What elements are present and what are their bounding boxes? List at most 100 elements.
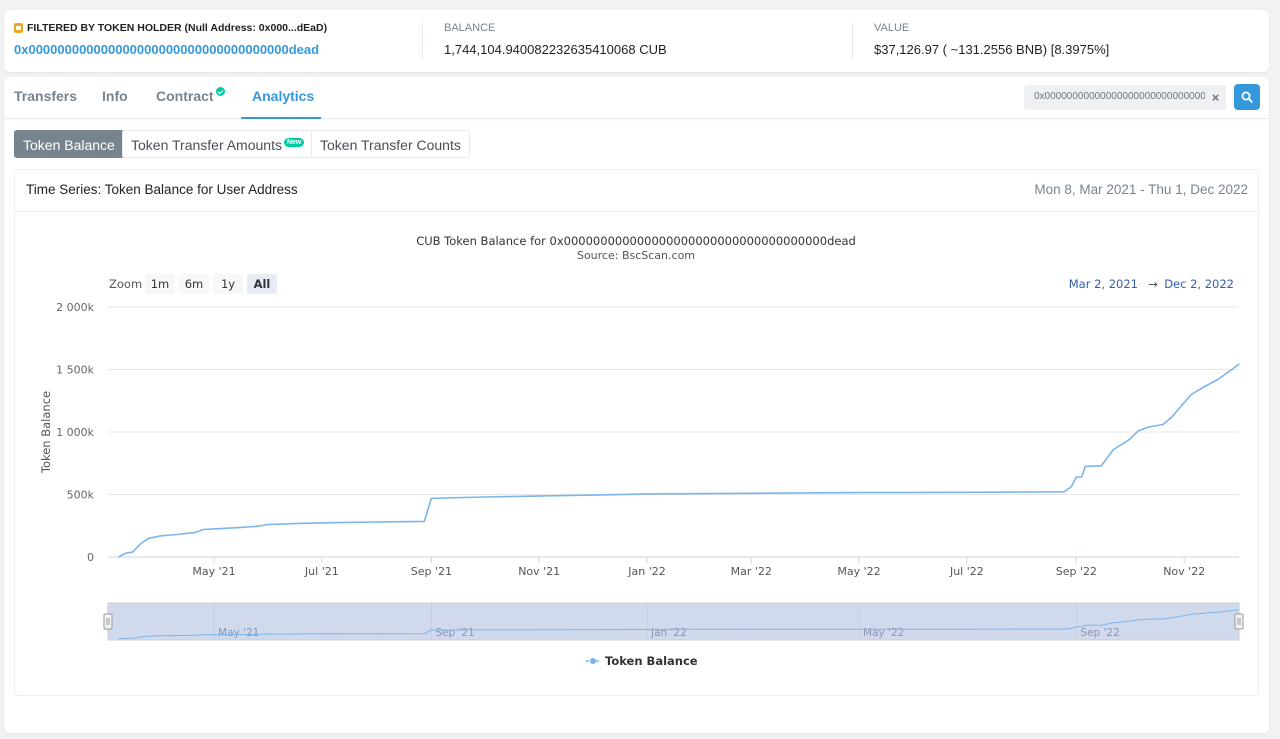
x-tick-label: Sep '22 xyxy=(1056,565,1097,578)
balance-value: 1,744,104.940082232635410068 CUB xyxy=(444,42,667,57)
tab-analytics[interactable]: Analytics xyxy=(252,88,314,104)
data-point xyxy=(148,537,150,539)
address-search-input[interactable]: 0x000000000000000000000000000000000000de… xyxy=(1024,85,1226,110)
data-point xyxy=(337,522,339,524)
chart-card: Time Series: Token Balance for User Addr… xyxy=(14,169,1259,696)
divider xyxy=(422,22,423,60)
chart-section-title: Time Series: Token Balance for User Addr… xyxy=(26,182,298,197)
search-icon xyxy=(1241,91,1253,103)
navigator-left-handle[interactable] xyxy=(103,613,113,630)
data-point xyxy=(1217,378,1219,381)
data-point xyxy=(1063,491,1065,493)
tab-contract[interactable]: Contract xyxy=(156,87,225,104)
lock-icon xyxy=(14,23,23,33)
data-point xyxy=(202,528,205,531)
x-tick-label: Jul '21 xyxy=(304,565,339,578)
x-tick-label: Sep '21 xyxy=(411,565,452,578)
balance-column: BALANCE 1,744,104.940082232635410068 CUB xyxy=(444,22,667,57)
token-balance-chart: CUB Token Balance for 0x0000000000000000… xyxy=(39,234,1244,668)
value-value: $37,126.97 ( ~131.2556 BNB) [8.3975%] xyxy=(874,42,1110,57)
x-tick-label: May '22 xyxy=(837,565,880,578)
data-point xyxy=(1112,448,1115,451)
navigator-tick-label: Jan '22 xyxy=(650,627,687,639)
balance-label: BALANCE xyxy=(444,22,496,34)
data-point xyxy=(1075,476,1078,478)
filter-label: FILTERED BY TOKEN HOLDER (Null Address: … xyxy=(14,22,327,34)
subtab-label: Token Transfer Amounts xyxy=(131,137,282,153)
tab-info[interactable]: Info xyxy=(102,88,128,104)
data-point xyxy=(176,533,178,536)
data-point xyxy=(1181,403,1184,406)
divider xyxy=(852,22,853,60)
filter-column: FILTERED BY TOKEN HOLDER (Null Address: … xyxy=(14,22,327,57)
data-point xyxy=(268,523,270,526)
data-point xyxy=(1128,438,1131,441)
legend-item-token-balance[interactable]: Token Balance xyxy=(605,654,698,668)
search-button[interactable] xyxy=(1234,84,1260,110)
data-point xyxy=(1148,426,1150,428)
zoom-button-label[interactable]: All xyxy=(254,277,271,291)
navigator-tick-label: May '21 xyxy=(218,627,259,639)
y-tick-label: 1 500k xyxy=(56,364,94,377)
navigator-tick-label: Sep '21 xyxy=(435,627,474,639)
range-from-input[interactable]: Mar 2, 2021 xyxy=(1069,277,1138,291)
new-badge: New xyxy=(283,138,305,147)
data-point xyxy=(1081,476,1083,478)
data-point xyxy=(1203,386,1205,388)
zoom-button-label[interactable]: 6m xyxy=(185,277,204,291)
data-point xyxy=(1070,486,1072,488)
zoom-button-label[interactable]: 1y xyxy=(221,277,235,291)
token-holder-summary: FILTERED BY TOKEN HOLDER (Null Address: … xyxy=(4,10,1269,72)
clear-search-button[interactable]: × xyxy=(1205,85,1226,110)
data-point xyxy=(483,496,486,498)
data-point xyxy=(255,525,258,527)
chart-subtitle: Source: BscScan.com xyxy=(577,249,695,262)
x-tick-label: Jul '22 xyxy=(949,565,984,578)
data-point xyxy=(238,527,240,529)
active-tab-indicator xyxy=(241,117,321,119)
subtab-token-transfer-amounts[interactable]: Token Transfer Amounts New xyxy=(122,130,314,158)
data-point xyxy=(966,491,968,493)
chart-date-range: Mon 8, Mar 2021 - Thu 1, Dec 2022 xyxy=(1034,182,1248,197)
range-arrow: → xyxy=(1148,277,1158,291)
data-point xyxy=(301,522,303,524)
value-label: VALUE xyxy=(874,22,910,34)
data-point xyxy=(1162,423,1164,426)
holder-address-link[interactable]: 0x000000000000000000000000000000000000de… xyxy=(14,42,327,57)
x-tick-label: Jan '22 xyxy=(627,565,665,578)
tab-bar: Transfers Info Contract Analytics 0x0000… xyxy=(4,77,1269,119)
navigator-right-handle[interactable] xyxy=(1234,613,1244,630)
subtab-token-transfer-counts[interactable]: Token Transfer Counts xyxy=(311,130,470,158)
data-point xyxy=(1238,363,1240,365)
data-point xyxy=(430,497,432,499)
legend-symbol-marker xyxy=(590,658,596,664)
range-to-input[interactable]: Dec 2, 2022 xyxy=(1164,277,1234,291)
data-point xyxy=(1171,416,1173,418)
y-tick-label: 500k xyxy=(67,489,95,502)
data-point xyxy=(118,556,120,558)
data-point xyxy=(858,492,860,494)
y-tick-label: 0 xyxy=(87,551,94,564)
zoom-button-label[interactable]: 1m xyxy=(151,277,170,291)
x-tick-label: Nov '21 xyxy=(518,565,560,578)
filter-label-text: FILTERED BY TOKEN HOLDER (Null Address: … xyxy=(27,22,328,34)
chart-title: CUB Token Balance for 0x0000000000000000… xyxy=(416,234,856,248)
y-tick-label: 1 000k xyxy=(56,426,94,439)
data-point xyxy=(376,521,378,523)
data-point xyxy=(646,493,648,495)
data-point xyxy=(139,543,141,546)
y-axis-title: Token Balance xyxy=(39,391,53,474)
subtab-token-balance[interactable]: Token Balance xyxy=(14,130,124,158)
data-point xyxy=(1100,465,1102,467)
series-line-token-balance xyxy=(118,363,1240,558)
data-point xyxy=(193,532,196,534)
data-point xyxy=(1231,368,1233,371)
data-point xyxy=(1084,465,1086,467)
verified-check-icon xyxy=(215,87,225,96)
x-tick-label: May '21 xyxy=(192,565,235,578)
data-point xyxy=(423,520,425,522)
tab-contract-label: Contract xyxy=(156,88,214,104)
tab-transfers[interactable]: Transfers xyxy=(14,88,77,104)
data-point xyxy=(750,492,752,494)
x-tick-label: Mar '22 xyxy=(731,565,772,578)
